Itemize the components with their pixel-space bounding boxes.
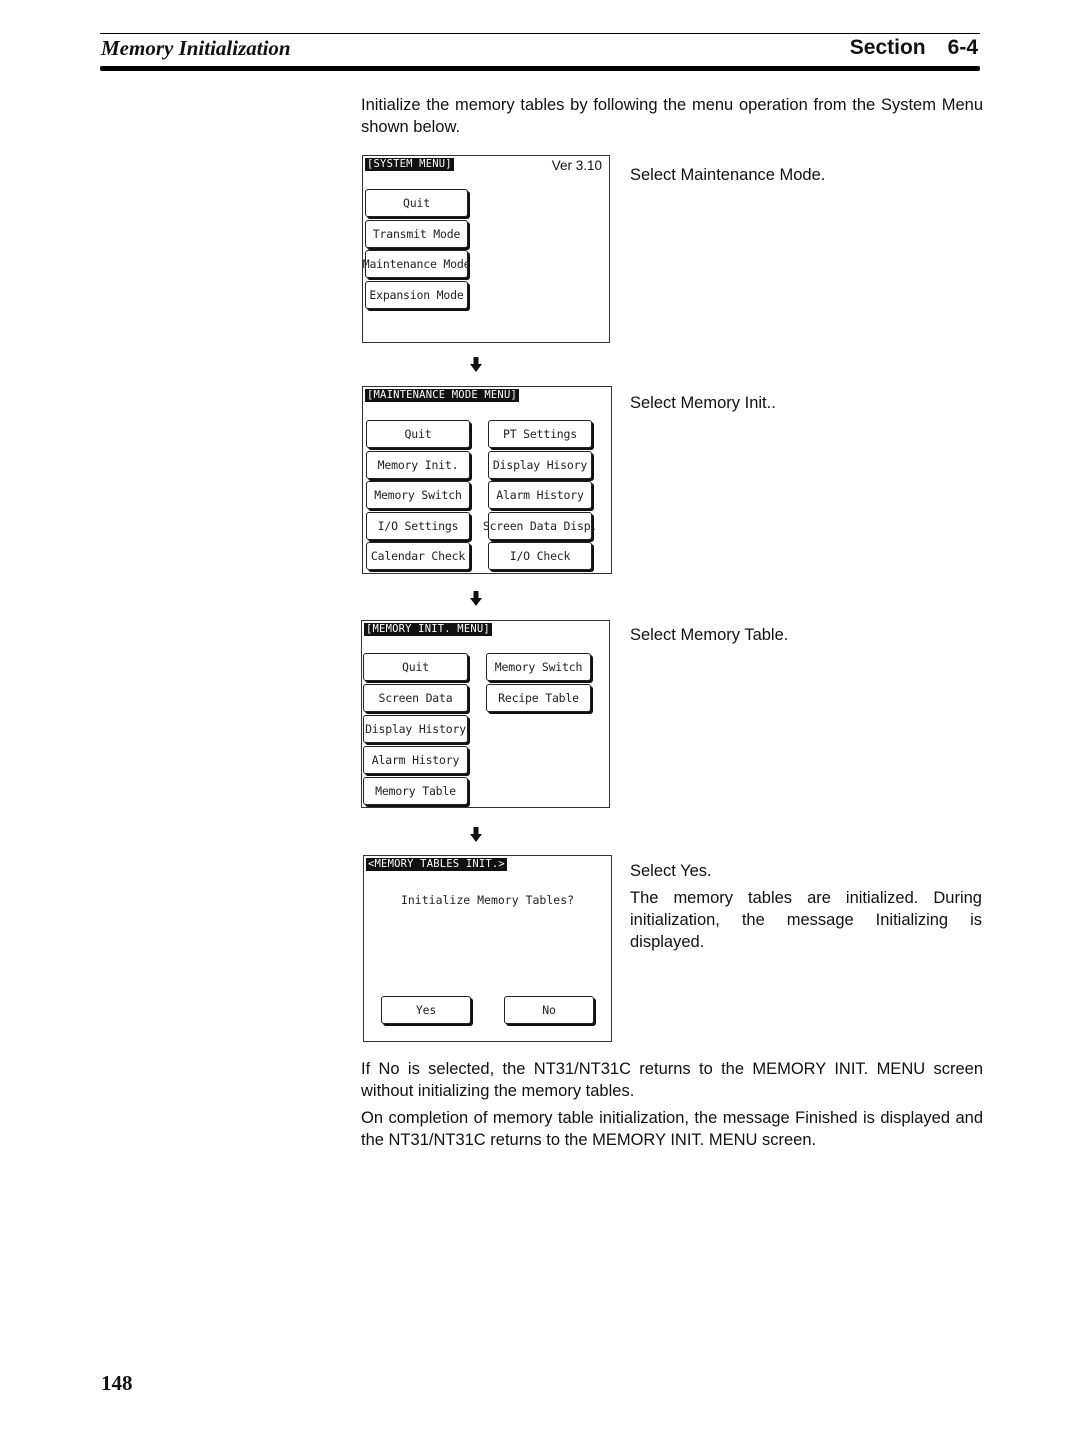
quit-button[interactable]: Quit	[363, 653, 468, 681]
pt-settings-button[interactable]: PT Settings	[488, 420, 592, 448]
alarm-history-button[interactable]: Alarm History	[488, 481, 592, 509]
section-number: 6-4	[947, 36, 978, 59]
header-rule	[100, 66, 980, 71]
down-arrow-icon	[470, 827, 482, 842]
system-menu-screen: [SYSTEM MENU] Ver 3.10 Quit Transmit Mod…	[362, 155, 610, 343]
version-label: Ver 3.10	[551, 158, 602, 173]
memory-init-menu-screen: [MEMORY INIT. MENU] Quit Screen Data Dis…	[361, 620, 610, 808]
alarm-history-button[interactable]: Alarm History	[363, 746, 468, 774]
section-word: Section	[849, 36, 926, 59]
page-header-title: Memory Initialization	[101, 36, 291, 60]
screen-data-button[interactable]: Screen Data	[363, 684, 468, 712]
memory-tables-init-screen: <MEMORY TABLES INIT.> Initialize Memory …	[363, 855, 612, 1042]
memory-init-button[interactable]: Memory Init.	[366, 451, 470, 479]
no-selected-paragraph: If No is selected, the NT31/NT31C return…	[361, 1060, 983, 1100]
screen-title: [SYSTEM MENU]	[365, 158, 454, 171]
screen-title: [MEMORY INIT. MENU]	[364, 623, 492, 636]
step-2-caption: Select Memory Init..	[630, 394, 776, 412]
step-1-caption: Select Maintenance Mode.	[630, 166, 826, 184]
step-4-caption: Select Yes.	[630, 862, 712, 880]
screen-data-disp-button[interactable]: Screen Data Disp.	[483, 512, 597, 540]
quit-button[interactable]: Quit	[366, 420, 470, 448]
completion-paragraph: On completion of memory table initializa…	[361, 1109, 983, 1149]
screen-title: [MAINTENANCE MODE MENU]	[365, 389, 519, 402]
transmit-mode-button[interactable]: Transmit Mode	[365, 220, 468, 248]
calendar-check-button[interactable]: Calendar Check	[366, 542, 470, 570]
memory-table-button[interactable]: Memory Table	[363, 777, 468, 805]
step-4-detail: The memory tables are initialized. Durin…	[630, 889, 982, 951]
quit-button[interactable]: Quit	[365, 189, 468, 217]
maintenance-mode-button[interactable]: Maintenance Mode	[363, 250, 470, 278]
down-arrow-icon	[470, 591, 482, 606]
io-settings-button[interactable]: I/O Settings	[366, 512, 470, 540]
intro-paragraph: Initialize the memory tables by followin…	[361, 96, 983, 136]
recipe-table-button[interactable]: Recipe Table	[486, 684, 591, 712]
down-arrow-icon	[470, 357, 482, 372]
screen-title: <MEMORY TABLES INIT.>	[366, 858, 507, 871]
yes-button[interactable]: Yes	[381, 996, 471, 1024]
page-number: 148	[101, 1371, 133, 1395]
confirm-prompt: Initialize Memory Tables?	[400, 893, 575, 907]
expansion-mode-button[interactable]: Expansion Mode	[365, 281, 468, 309]
memory-switch-button[interactable]: Memory Switch	[486, 653, 591, 681]
memory-switch-button[interactable]: Memory Switch	[366, 481, 470, 509]
no-button[interactable]: No	[504, 996, 594, 1024]
display-history-button[interactable]: Display Hisory	[488, 451, 592, 479]
display-history-button[interactable]: Display History	[363, 715, 468, 743]
io-check-button[interactable]: I/O Check	[488, 542, 592, 570]
section-label: Section 6-4	[850, 36, 978, 60]
header-top-rule	[100, 33, 980, 34]
maintenance-mode-menu-screen: [MAINTENANCE MODE MENU] Quit Memory Init…	[362, 386, 612, 574]
step-3-caption: Select Memory Table.	[630, 626, 789, 644]
